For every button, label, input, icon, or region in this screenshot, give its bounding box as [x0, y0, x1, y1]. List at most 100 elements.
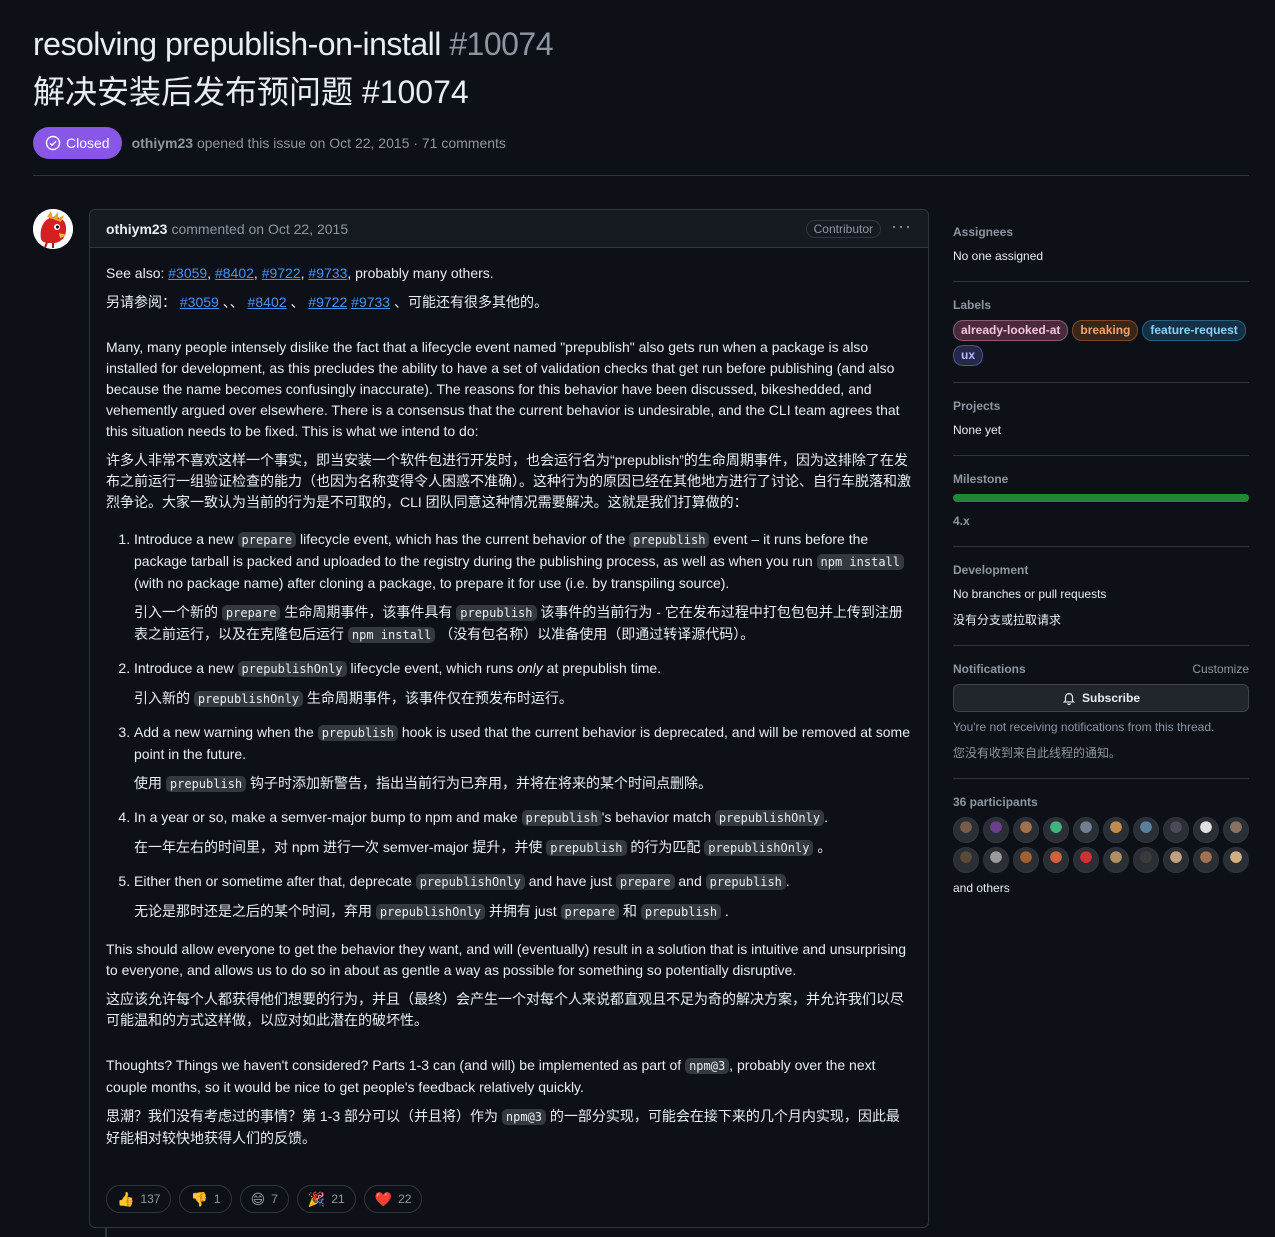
- reaction-thumbs-down[interactable]: 👎 1: [179, 1185, 232, 1213]
- participant-avatar[interactable]: [1133, 847, 1159, 873]
- subscribe-button[interactable]: Subscribe: [953, 684, 1249, 712]
- issue-author[interactable]: othiym23: [132, 135, 193, 151]
- participants-list: [953, 817, 1249, 873]
- paragraph-3-translation: 思潮？我们没有考虑过的事情？第 1-3 部分可以（并且将）作为 npm@3 的一…: [106, 1108, 900, 1146]
- issue-link-8402-zh[interactable]: #8402: [248, 294, 287, 310]
- participant-avatar[interactable]: [1043, 847, 1069, 873]
- comment-author-avatar[interactable]: [33, 209, 73, 249]
- participant-avatar[interactable]: [1073, 847, 1099, 873]
- participants-section: 36 participants and others: [953, 779, 1249, 913]
- issue-closed-icon: [45, 135, 61, 151]
- issue-link-9733[interactable]: #9733: [308, 265, 347, 281]
- contributor-badge: Contributor: [805, 219, 882, 238]
- participant-avatar[interactable]: [1073, 817, 1099, 843]
- participant-avatar[interactable]: [983, 847, 1009, 873]
- timeline-line: [105, 1227, 107, 1237]
- projects-value: None yet: [953, 423, 1002, 437]
- label-feature-request[interactable]: feature-request: [1142, 320, 1246, 341]
- labels-heading[interactable]: Labels: [953, 298, 1249, 312]
- projects-heading[interactable]: Projects: [953, 399, 1249, 413]
- participants-others: and others: [953, 881, 1010, 895]
- development-value-translation: 没有分支或拉取请求: [953, 613, 1062, 627]
- issue-meta: Closed othiym23 opened this issue on Oct…: [33, 127, 506, 159]
- list-item: Either then or sometime after that, depr…: [134, 871, 912, 923]
- participant-avatar[interactable]: [953, 847, 979, 873]
- issue-link-8402[interactable]: #8402: [215, 265, 254, 281]
- thumbs-down-icon: 👎: [190, 1190, 208, 1207]
- participant-avatar[interactable]: [1013, 847, 1039, 873]
- issue-comment: othiym23 commented on Oct 22, 2015 Contr…: [89, 209, 929, 1228]
- participants-heading: 36 participants: [953, 795, 1038, 809]
- participant-avatar[interactable]: [1133, 817, 1159, 843]
- reaction-heart[interactable]: ❤️ 22: [363, 1185, 423, 1213]
- issue-title-translation: 解决安装后发布预问题 #10074: [33, 74, 469, 110]
- participant-avatar[interactable]: [953, 817, 979, 843]
- list-item: Add a new warning when the prepublish ho…: [134, 722, 912, 795]
- state-label: Closed: [66, 135, 110, 151]
- participant-avatar[interactable]: [1193, 847, 1219, 873]
- development-heading[interactable]: Development: [953, 563, 1249, 577]
- participant-avatar[interactable]: [1163, 817, 1189, 843]
- participant-avatar[interactable]: [1223, 817, 1249, 843]
- label-ux[interactable]: ux: [953, 345, 984, 366]
- paragraph-1-translation: 许多人非常不喜欢这样一个事实，即当安装一个软件包进行开发时，也会运行名为“pre…: [106, 452, 911, 510]
- participant-avatar[interactable]: [1193, 817, 1219, 843]
- heart-icon: ❤️: [374, 1190, 393, 1207]
- comment-body: See also: #3059, #8402, #9722, #9733, pr…: [90, 248, 928, 1149]
- reactions-bar: 👍 137 👎 1 😄 7 🎉 21 ❤️ 22: [106, 1185, 423, 1213]
- thumbs-up-icon: 👍: [117, 1190, 135, 1207]
- labels-section: Labels already-looked-at breaking feature-…: [953, 282, 1249, 383]
- milestone-heading[interactable]: Milestone: [953, 472, 1249, 486]
- issue-link-9733-zh[interactable]: #9733: [351, 294, 390, 310]
- participant-avatar[interactable]: [1103, 847, 1129, 873]
- assignees-value: No one assigned: [953, 249, 1044, 263]
- see-also-translation: 另请参阅： #3059 、、 #8402 、 #9722 #9733 、可能还有…: [106, 294, 548, 310]
- participant-avatar[interactable]: [1163, 847, 1189, 873]
- paragraph-2: This should allow everyone to get the be…: [106, 941, 906, 978]
- development-section: Development No branches or pull requests…: [953, 547, 1249, 646]
- header-divider: [33, 175, 1249, 176]
- reaction-laugh[interactable]: 😄 7: [239, 1185, 289, 1213]
- notifications-note-translation: 您没有收到来自此线程的通知。: [953, 746, 1122, 760]
- notifications-note: You're not receiving notifications from …: [953, 720, 1215, 734]
- assignees-section: Assignees No one assigned: [953, 209, 1249, 282]
- label-already-looked-at[interactable]: already-looked-at: [953, 320, 1069, 341]
- comment-author[interactable]: othiym23: [106, 221, 167, 237]
- notifications-section: Notifications Customize Subscribe You're …: [953, 646, 1249, 779]
- milestone-section: Milestone 4.x: [953, 456, 1249, 547]
- kebab-horizontal-icon[interactable]: ···: [891, 217, 912, 237]
- participant-avatar[interactable]: [1043, 817, 1069, 843]
- issue-link-9722-zh[interactable]: #9722: [308, 294, 347, 310]
- customize-link[interactable]: Customize: [1192, 662, 1249, 676]
- issue-link-3059-zh[interactable]: #3059: [180, 294, 219, 310]
- participant-avatar[interactable]: [1013, 817, 1039, 843]
- paragraph-2-translation: 这应该允许每个人都获得他们想要的行为，并且（最终）会产生一个对每个人来说都直观且…: [106, 991, 904, 1028]
- state-badge: Closed: [33, 127, 122, 159]
- development-value: No branches or pull requests: [953, 587, 1107, 601]
- participant-avatar[interactable]: [983, 817, 1009, 843]
- list-item: Introduce a new prepublishOnly lifecycle…: [134, 658, 912, 710]
- issue-number: #10074: [449, 26, 553, 62]
- issue-sidebar: Assignees No one assigned Labels already…: [953, 209, 1249, 913]
- notifications-heading: Notifications Customize: [953, 662, 1249, 676]
- issue-title: resolving prepublish-on-install #10074: [33, 26, 553, 62]
- see-also: See also: #3059, #8402, #9722, #9733, pr…: [106, 265, 494, 281]
- assignees-heading[interactable]: Assignees: [953, 225, 1249, 239]
- list-item: In a year or so, make a semver-major bum…: [134, 807, 912, 859]
- issue-link-9722[interactable]: #9722: [262, 265, 301, 281]
- label-breaking[interactable]: breaking: [1072, 320, 1139, 341]
- issue-link-3059[interactable]: #3059: [168, 265, 207, 281]
- issue-title-text: resolving prepublish-on-install: [33, 26, 441, 62]
- reaction-thumbs-up[interactable]: 👍 137: [106, 1185, 172, 1213]
- reaction-hooray[interactable]: 🎉 21: [296, 1185, 356, 1213]
- issue-opened-text: opened this issue on Oct 22, 2015 · 71 c…: [196, 135, 506, 151]
- participant-avatar[interactable]: [1103, 817, 1129, 843]
- hooray-icon: 🎉: [307, 1190, 326, 1207]
- comment-date[interactable]: commented on Oct 22, 2015: [171, 221, 348, 237]
- paragraph-1: Many, many people intensely dislike the …: [106, 339, 900, 439]
- labels-list: already-looked-at breaking feature-request…: [953, 320, 1249, 366]
- participant-avatar[interactable]: [1223, 847, 1249, 873]
- list-item: Introduce a new prepare lifecycle event,…: [134, 529, 912, 646]
- milestone-name[interactable]: 4.x: [953, 512, 1249, 530]
- bell-icon: [1062, 693, 1076, 705]
